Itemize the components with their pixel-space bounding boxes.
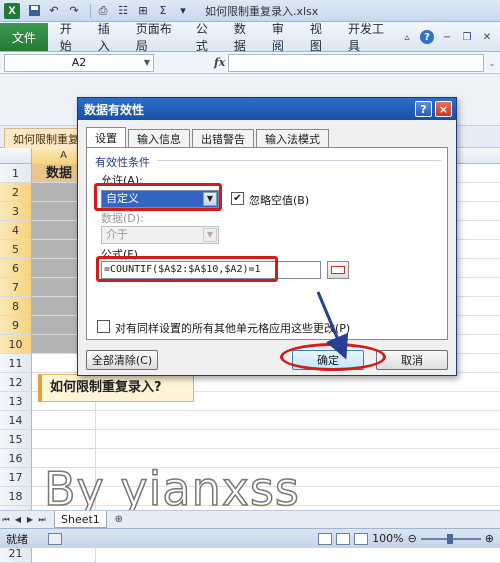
annotation-arrow-icon — [316, 291, 349, 360]
